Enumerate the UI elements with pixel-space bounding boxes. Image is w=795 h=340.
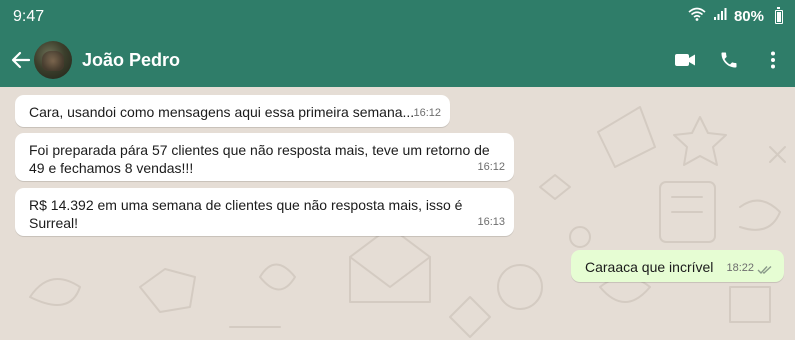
message-text: Foi preparada pára 57 clientes que não r… bbox=[29, 142, 490, 176]
battery-icon bbox=[775, 6, 783, 24]
contact-name[interactable]: João Pedro bbox=[82, 50, 663, 71]
message-text: Caraaca que incrível bbox=[585, 259, 714, 275]
whatsapp-chat-screen: 9:47 80% João Pedro Cara, usandoi como m… bbox=[0, 0, 795, 340]
video-call-button[interactable] bbox=[663, 38, 707, 82]
signal-icon bbox=[713, 7, 727, 26]
chat-header: João Pedro bbox=[0, 33, 795, 87]
message-bubble-incoming[interactable]: Cara, usandoi como mensagens aqui essa p… bbox=[15, 95, 450, 127]
video-call-icon bbox=[675, 54, 695, 66]
wifi-icon bbox=[688, 7, 706, 26]
status-indicators: 80% bbox=[688, 6, 783, 26]
back-button[interactable] bbox=[6, 40, 36, 80]
message-time: 16:12 bbox=[413, 107, 441, 119]
status-bar: 9:47 80% bbox=[0, 0, 795, 33]
message-bubble-incoming[interactable]: R$ 14.392 em uma semana de clientes que … bbox=[15, 188, 514, 236]
message-time: 18:22 bbox=[726, 262, 754, 274]
voice-call-button[interactable] bbox=[707, 38, 751, 82]
battery-percentage: 80% bbox=[733, 8, 764, 25]
back-arrow-icon bbox=[11, 51, 31, 69]
avatar[interactable] bbox=[34, 41, 72, 79]
phone-icon bbox=[721, 52, 737, 68]
message-time: 16:13 bbox=[477, 216, 505, 228]
message-time: 16:12 bbox=[477, 161, 505, 173]
message-text: R$ 14.392 em uma semana de clientes que … bbox=[29, 197, 463, 231]
message-bubble-incoming[interactable]: Foi preparada pára 57 clientes que não r… bbox=[15, 133, 514, 181]
chat-area[interactable]: Cara, usandoi como mensagens aqui essa p… bbox=[0, 87, 795, 340]
more-vert-icon bbox=[771, 51, 775, 69]
message-bubble-outgoing[interactable]: Caraaca que incrível 18:22 bbox=[571, 250, 784, 282]
message-text: Cara, usandoi como mensagens aqui essa p… bbox=[29, 104, 415, 120]
double-check-icon bbox=[757, 265, 772, 275]
status-time: 9:47 bbox=[13, 7, 45, 25]
more-options-button[interactable] bbox=[751, 38, 795, 82]
